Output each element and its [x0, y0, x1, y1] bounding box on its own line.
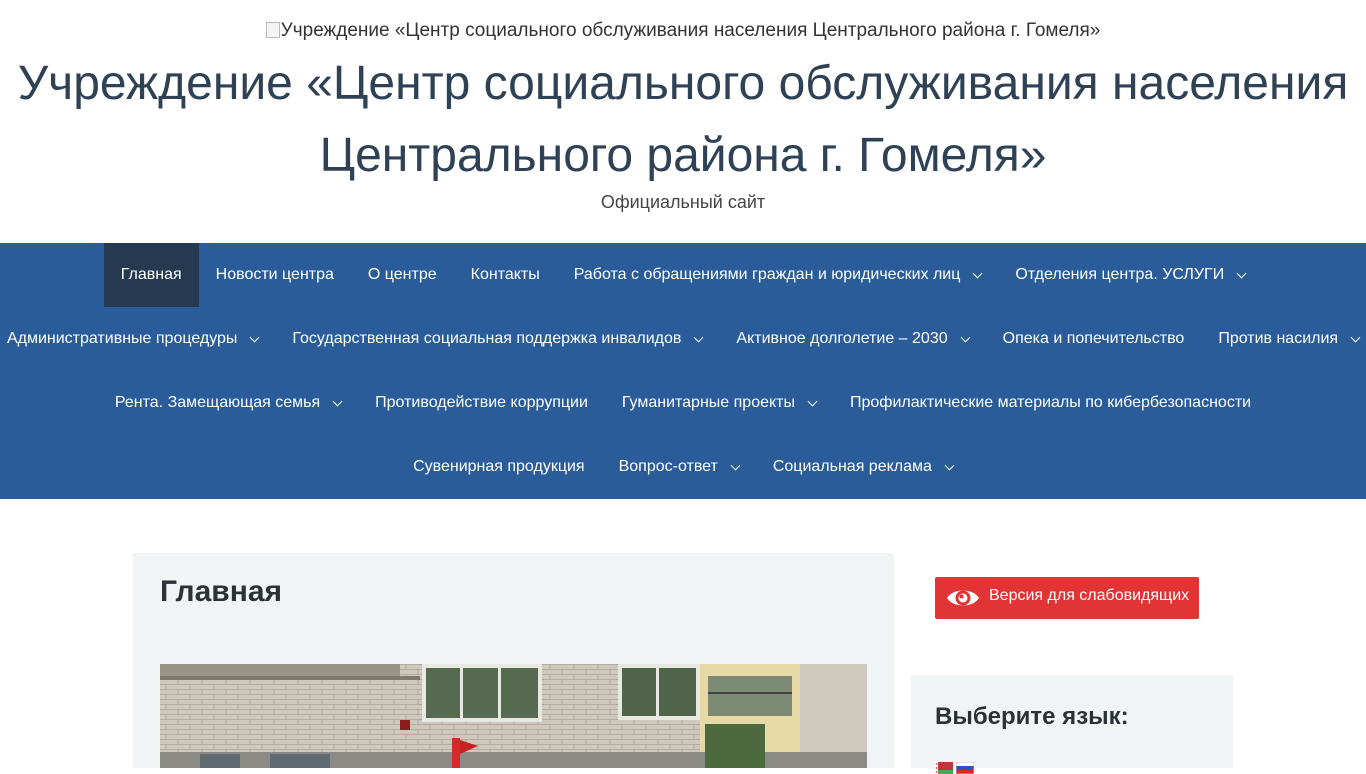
- chevron-down-icon: [807, 396, 818, 406]
- nav-item-social-ads[interactable]: Социальная реклама: [756, 435, 970, 499]
- main-content: Главная: [133, 553, 894, 768]
- eye-icon: [947, 590, 979, 606]
- site-title-line-1: Учреждение «Центр социального обслуживан…: [17, 57, 1349, 110]
- nav-item-home[interactable]: Главная: [103, 243, 199, 307]
- nav-item-against-violence[interactable]: Против насилия: [1201, 307, 1366, 371]
- nav-item-label: Главная: [120, 266, 182, 283]
- nav-item-label: Сувенирная продукция: [413, 458, 585, 475]
- nav-item-label: Гуманитарные проекты: [621, 394, 795, 411]
- chevron-down-icon: [332, 396, 343, 406]
- nav-item-label: Рента. Замещающая семья: [114, 394, 321, 411]
- nav-item-label: Социальная реклама: [772, 458, 932, 475]
- nav-item-label: Государственная социальная поддержка инв…: [292, 330, 682, 347]
- nav-item-active-longevity[interactable]: Активное долголетие – 2030: [719, 307, 985, 371]
- belarus-flag-icon[interactable]: [935, 762, 953, 774]
- language-widget-title: Выберите язык:: [935, 703, 1129, 730]
- nav-item-label: Работа с обращениями граждан и юридическ…: [573, 266, 961, 283]
- nav-item-anti-corruption[interactable]: Противодействие коррупции: [358, 371, 605, 435]
- nav-item-label: Административные процедуры: [6, 330, 238, 347]
- nav-item-label: Вопрос-ответ: [618, 458, 718, 475]
- nav-item-souvenirs[interactable]: Сувенирная продукция: [396, 435, 602, 499]
- page-title: Главная: [160, 575, 283, 608]
- nav-item-disability-support[interactable]: Государственная социальная поддержка инв…: [275, 307, 719, 371]
- nav-item-label: Профилактические материалы по кибербезоп…: [850, 394, 1252, 411]
- broken-image-icon: [265, 22, 280, 38]
- nav-row-1: Главная Новости центра О центре Контакты…: [0, 243, 1366, 307]
- main-navigation: Главная Новости центра О центре Контакты…: [0, 243, 1366, 499]
- chevron-down-icon: [944, 460, 955, 470]
- nav-item-label: Новости центра: [215, 266, 334, 283]
- site-title-line-2: Центрального района г. Гомеля»: [319, 129, 1047, 182]
- language-widget: Выберите язык:: [911, 675, 1233, 774]
- chevron-down-icon: [960, 332, 971, 342]
- chevron-down-icon: [972, 268, 983, 278]
- building-photo: [160, 664, 867, 768]
- nav-item-label: Против насилия: [1218, 330, 1339, 347]
- nav-item-label: Контакты: [470, 266, 540, 283]
- site-header: Учреждение «Центр социального обслуживан…: [0, 0, 1366, 243]
- nav-row-4: Сувенирная продукция Вопрос-ответ Социал…: [0, 435, 1366, 499]
- nav-item-contacts[interactable]: Контакты: [454, 243, 557, 307]
- site-title[interactable]: Учреждение «Центр социального обслуживан…: [0, 48, 1366, 192]
- nav-item-humanitarian-projects[interactable]: Гуманитарные проекты: [605, 371, 833, 435]
- nav-item-about[interactable]: О центре: [351, 243, 454, 307]
- chevron-down-icon: [730, 460, 741, 470]
- site-tagline: Официальный сайт: [600, 192, 766, 212]
- nav-item-guardianship[interactable]: Опека и попечительство: [986, 307, 1202, 371]
- nav-item-label: Отделения центра. УСЛУГИ: [1015, 266, 1225, 283]
- nav-item-label: Активное долголетие – 2030: [736, 330, 948, 347]
- nav-item-appeals[interactable]: Работа с обращениями граждан и юридическ…: [557, 243, 999, 307]
- chevron-down-icon: [249, 332, 260, 342]
- nav-item-admin-procedures[interactable]: Административные процедуры: [0, 307, 275, 371]
- russia-flag-icon[interactable]: [956, 762, 974, 774]
- nav-item-news[interactable]: Новости центра: [199, 243, 351, 307]
- nav-item-label: О центре: [367, 266, 437, 283]
- nav-item-label: Противодействие коррупции: [375, 394, 588, 411]
- nav-item-faq[interactable]: Вопрос-ответ: [602, 435, 756, 499]
- low-vision-button-label: Версия для слабовидящих: [989, 587, 1190, 604]
- nav-item-departments[interactable]: Отделения центра. УСЛУГИ: [998, 243, 1262, 307]
- chevron-down-icon: [1350, 332, 1361, 342]
- logo-alt-text: Учреждение «Центр социального обслуживан…: [280, 20, 1101, 41]
- nav-row-3: Рента. Замещающая семья Противодействие …: [0, 371, 1366, 435]
- chevron-down-icon: [1236, 268, 1247, 278]
- chevron-down-icon: [693, 332, 704, 342]
- site-logo[interactable]: Учреждение «Центр социального обслуживан…: [0, 19, 1366, 43]
- nav-item-label: Опека и попечительство: [1002, 330, 1185, 347]
- nav-row-2: Административные процедуры Государственн…: [0, 307, 1366, 371]
- building-photo-illustration: [160, 664, 867, 768]
- nav-item-rent-foster-family[interactable]: Рента. Замещающая семья: [98, 371, 358, 435]
- low-vision-version-button[interactable]: Версия для слабовидящих: [935, 577, 1199, 619]
- nav-item-cybersecurity[interactable]: Профилактические материалы по кибербезоп…: [833, 371, 1268, 435]
